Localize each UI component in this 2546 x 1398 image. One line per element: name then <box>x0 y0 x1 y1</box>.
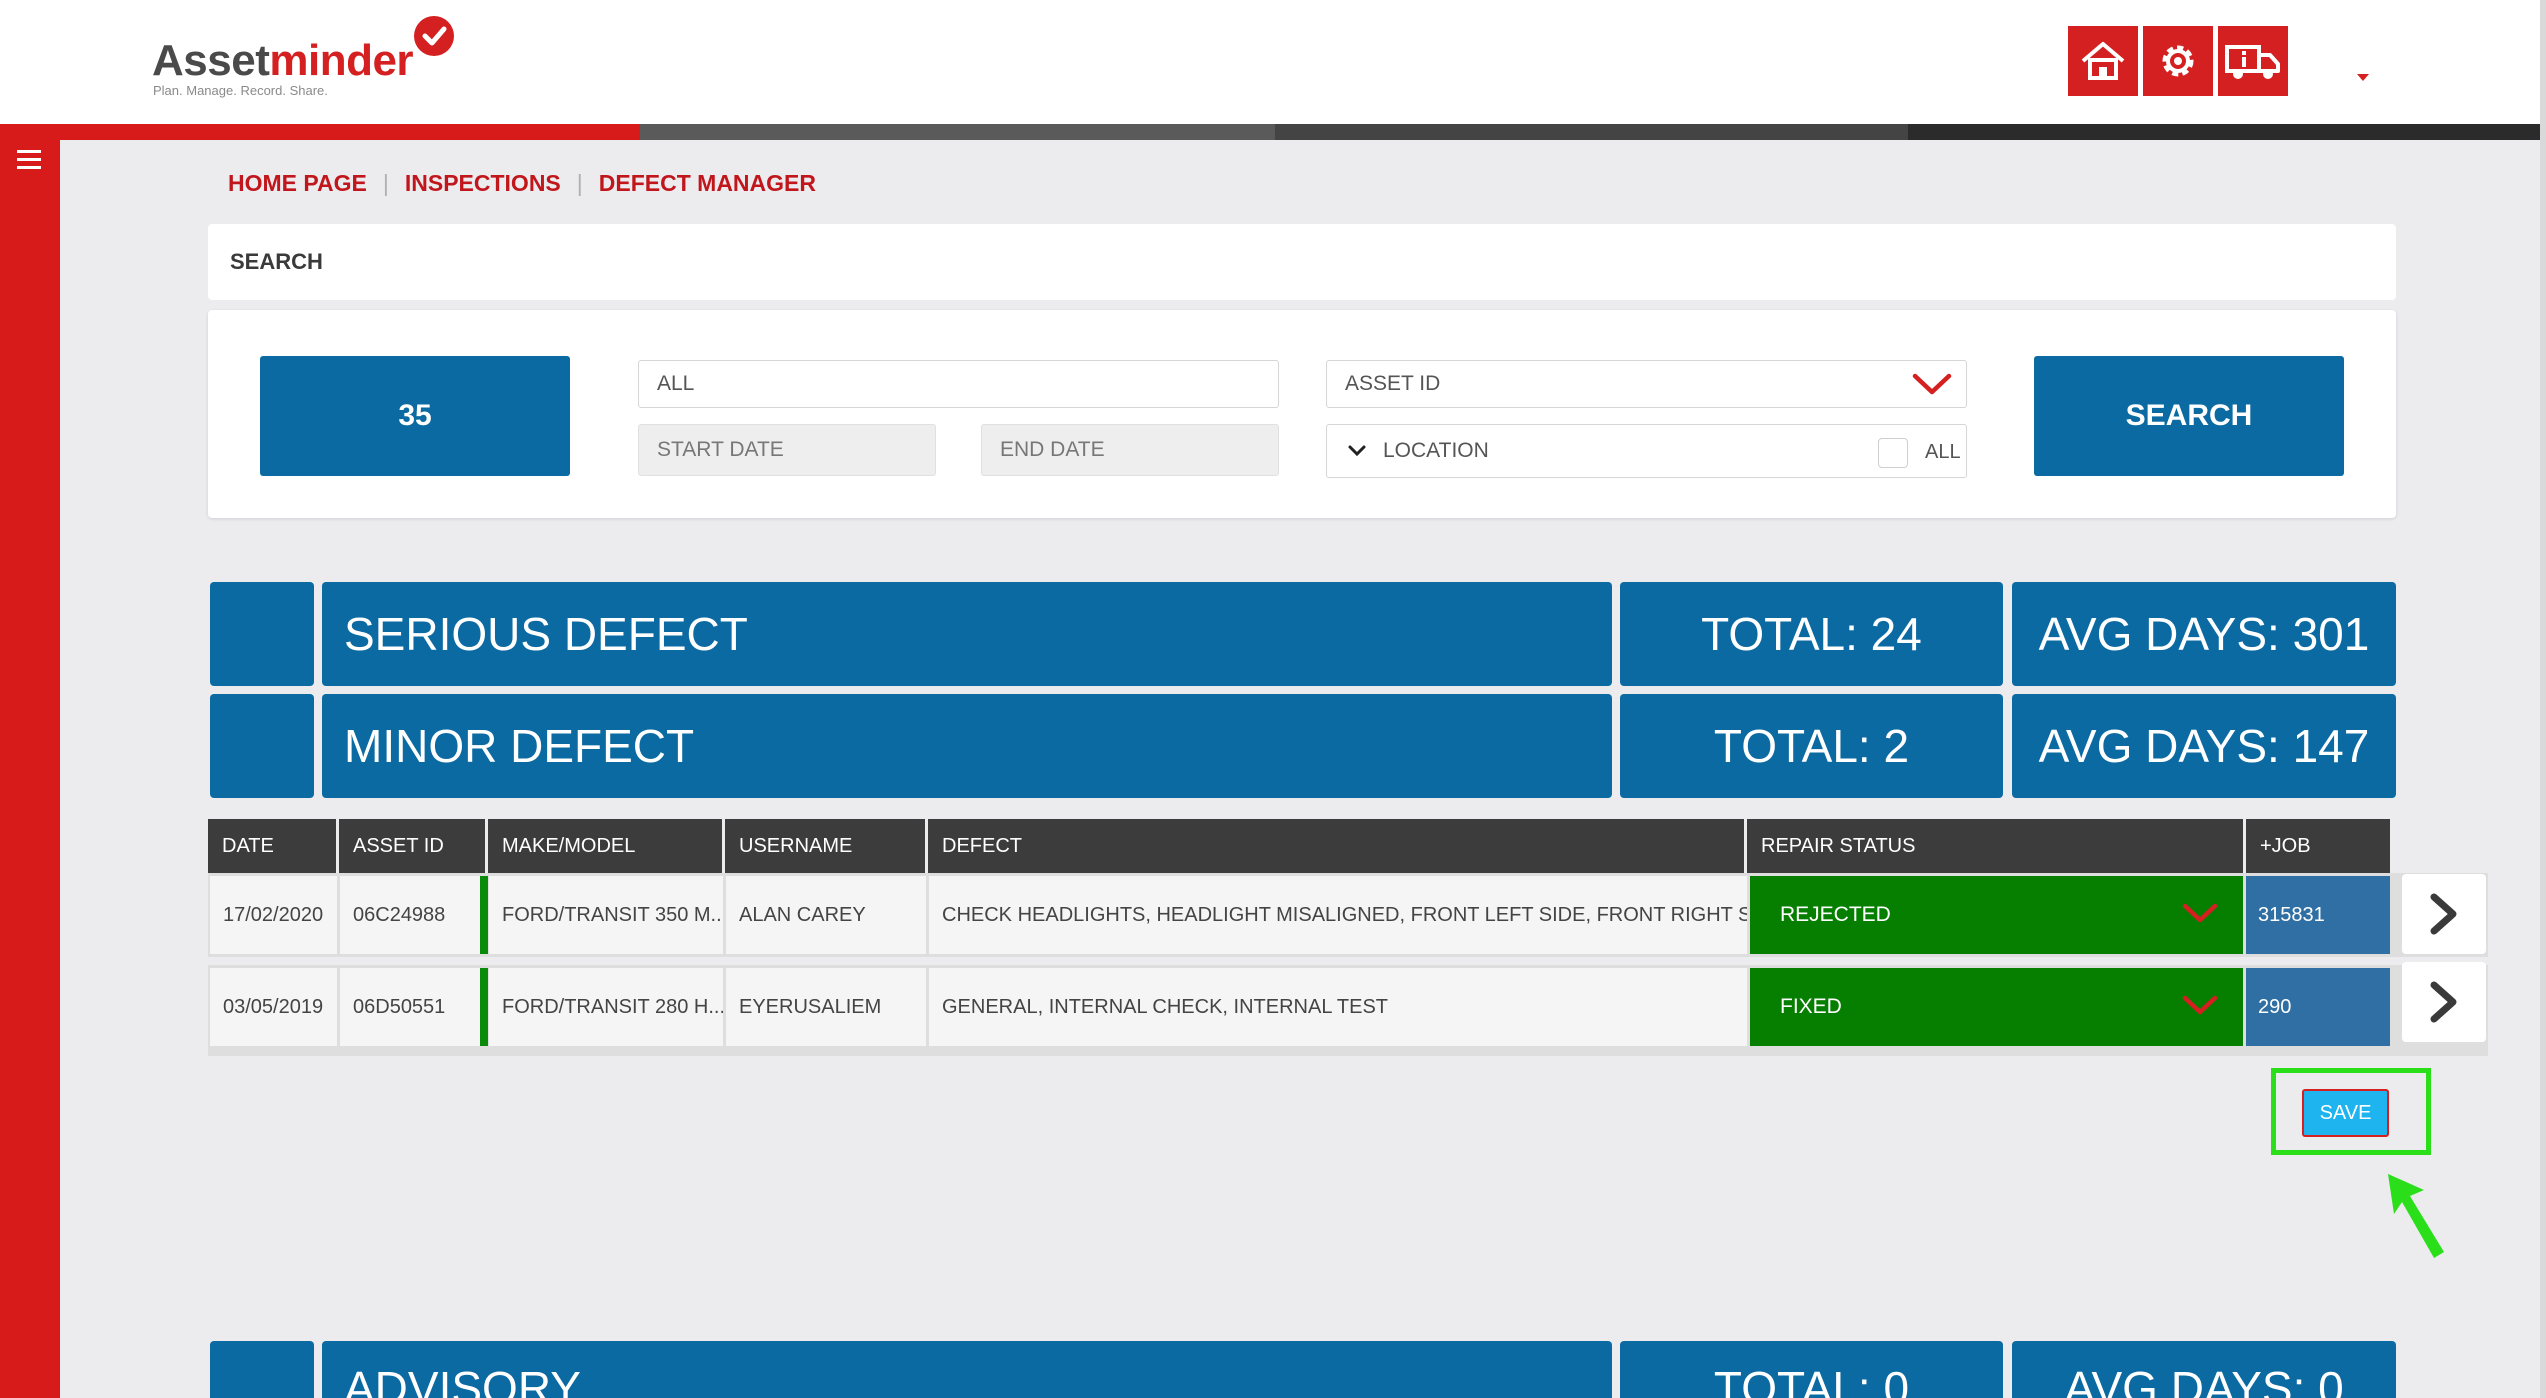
repair-status-select[interactable]: FIXED <box>1750 968 2243 1046</box>
logo-check-icon <box>414 16 454 56</box>
chevron-right-icon <box>2430 893 2457 935</box>
row-detail-button[interactable] <box>2402 962 2486 1042</box>
header-strip-grey <box>640 124 1275 140</box>
cell-username: ALAN CAREY <box>726 876 926 954</box>
cell-date: 03/05/2019 <box>210 968 337 1046</box>
cell-make-model: FORD/TRANSIT 280 H... <box>489 968 723 1046</box>
chevron-down-icon[interactable] <box>1912 372 1952 396</box>
header-strip-red <box>0 124 640 140</box>
chevron-down-icon[interactable] <box>2182 994 2218 1016</box>
column-header-username[interactable]: USERNAME <box>725 819 925 873</box>
column-header-make-model[interactable]: MAKE/MODEL <box>488 819 722 873</box>
column-header-job[interactable]: +JOB <box>2246 819 2390 873</box>
defect-table-header: DATE ASSET ID MAKE/MODEL USERNAME DEFECT… <box>208 819 2390 873</box>
app-logo[interactable]: Assetminder <box>152 36 414 86</box>
repair-status-value: REJECTED <box>1780 903 1891 926</box>
search-button[interactable]: SEARCH <box>2034 356 2344 476</box>
row-status-indicator <box>480 968 488 1046</box>
breadcrumb-separator: | <box>382 170 389 196</box>
location-select-label: LOCATION <box>1383 439 1489 462</box>
serious-defect-label[interactable]: SERIOUS DEFECT <box>322 582 1612 686</box>
sidebar <box>0 124 60 1398</box>
page-scrollbar[interactable] <box>2540 0 2546 1398</box>
repair-status-select[interactable]: REJECTED <box>1750 876 2243 954</box>
minor-defect-avg-days: AVG DAYS: 147 <box>2012 694 2396 798</box>
cell-defect: GENERAL, INTERNAL CHECK, INTERNAL TEST <box>929 968 1747 1046</box>
result-count-box: 35 <box>260 356 570 476</box>
breadcrumb-inspections[interactable]: INSPECTIONS <box>405 170 561 197</box>
user-dropdown-caret-icon[interactable] <box>2357 74 2369 81</box>
settings-gear-icon <box>2162 45 2194 77</box>
breadcrumb: HOME PAGE | INSPECTIONS | DEFECT MANAGER <box>228 170 816 197</box>
row-status-indicator <box>480 876 488 954</box>
logo-tagline: Plan. Manage. Record. Share. <box>153 83 328 98</box>
location-select[interactable]: LOCATION <box>1326 424 1967 478</box>
hamburger-menu-icon[interactable] <box>17 150 41 170</box>
home-icon <box>2081 42 2125 80</box>
breadcrumb-home[interactable]: HOME PAGE <box>228 170 367 197</box>
search-section-title: SEARCH <box>230 249 323 274</box>
end-date-input[interactable]: END DATE <box>981 424 1279 476</box>
chevron-down-small-icon <box>1348 445 1366 457</box>
pointer-arrow-icon <box>2380 1170 2450 1260</box>
column-header-date[interactable]: DATE <box>208 819 336 873</box>
job-number-link[interactable]: 290 <box>2246 968 2390 1046</box>
start-date-input[interactable]: START DATE <box>638 424 936 476</box>
home-button[interactable] <box>2068 26 2138 96</box>
chevron-down-icon[interactable] <box>2182 902 2218 924</box>
advisory-label[interactable]: ADVISORY <box>322 1341 1612 1398</box>
advisory-total: TOTAL: 0 <box>1620 1341 2003 1398</box>
asset-id-select[interactable]: ASSET ID <box>1326 360 1967 408</box>
serious-defect-avg-days: AVG DAYS: 301 <box>2012 582 2396 686</box>
asset-id-select-label: ASSET ID <box>1345 372 1441 395</box>
minor-defect-total: TOTAL: 2 <box>1620 694 2003 798</box>
cell-make-model: FORD/TRANSIT 350 M... <box>489 876 723 954</box>
cell-asset-id: 06C24988 <box>340 876 480 954</box>
filter-select[interactable]: ALL <box>638 360 1279 408</box>
column-header-asset-id[interactable]: ASSET ID <box>339 819 485 873</box>
search-section-header <box>208 224 2396 300</box>
job-number-link[interactable]: 315831 <box>2246 876 2390 954</box>
cell-defect: CHECK HEADLIGHTS, HEADLIGHT MISALIGNED, … <box>929 876 1747 954</box>
chevron-right-icon <box>2430 981 2457 1023</box>
advisory-toggle[interactable] <box>210 1341 314 1398</box>
advisory-avg-days: AVG DAYS: 0 <box>2012 1341 2396 1398</box>
truck-info-icon <box>2225 45 2280 79</box>
breadcrumb-separator: | <box>576 170 583 196</box>
cell-username: EYERUSALIEM <box>726 968 926 1046</box>
settings-button[interactable] <box>2143 26 2213 96</box>
serious-defect-total: TOTAL: 24 <box>1620 582 2003 686</box>
column-header-defect[interactable]: DEFECT <box>928 819 1744 873</box>
save-button[interactable]: SAVE <box>2302 1089 2389 1137</box>
all-locations-label: ALL <box>1925 441 1961 463</box>
minor-defect-label[interactable]: MINOR DEFECT <box>322 694 1612 798</box>
breadcrumb-defect-manager[interactable]: DEFECT MANAGER <box>599 170 816 197</box>
vehicle-info-button[interactable] <box>2218 26 2288 96</box>
minor-defect-toggle[interactable] <box>210 694 314 798</box>
header-strip-dark <box>1275 124 1908 140</box>
all-locations-checkbox[interactable] <box>1878 438 1908 468</box>
cell-asset-id: 06D50551 <box>340 968 480 1046</box>
row-detail-button[interactable] <box>2402 874 2486 954</box>
serious-defect-toggle[interactable] <box>210 582 314 686</box>
repair-status-value: FIXED <box>1780 995 1842 1018</box>
column-header-repair-status[interactable]: REPAIR STATUS <box>1747 819 2243 873</box>
cell-date: 17/02/2020 <box>210 876 337 954</box>
header-strip-black <box>1908 124 2540 140</box>
